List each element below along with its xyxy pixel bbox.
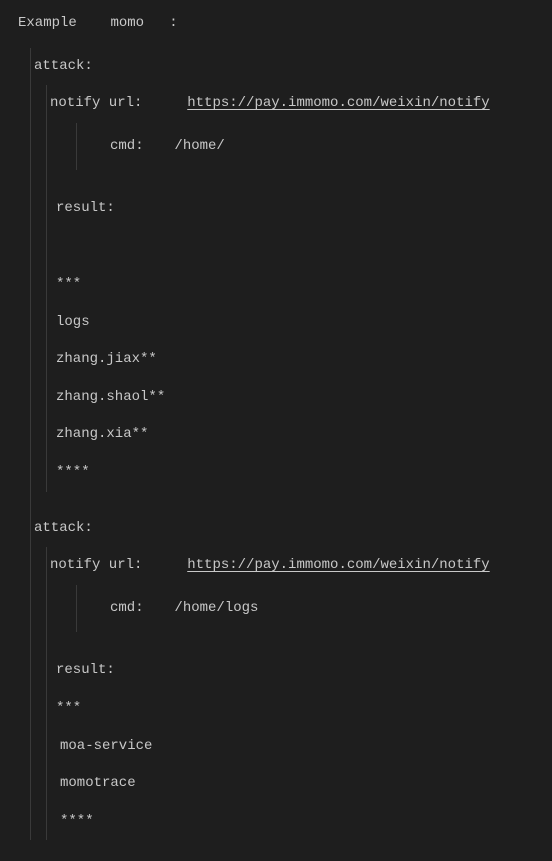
- cmd-value: /home/logs: [174, 600, 258, 616]
- result-line: ****: [0, 803, 552, 841]
- result-label: result:: [56, 200, 115, 216]
- result-text: momotrace: [60, 775, 136, 791]
- notify-label: notify url:: [50, 557, 142, 573]
- result-text: ****: [56, 464, 90, 480]
- result-text: moa-service: [60, 738, 152, 754]
- notify-label: notify url:: [50, 95, 142, 111]
- cmd-value: /home/: [174, 138, 224, 154]
- attack-label-text: attack:: [34, 58, 93, 74]
- result-line: momotrace: [0, 765, 552, 803]
- title-suffix: :: [169, 15, 177, 31]
- result-line: zhang.xia**: [0, 416, 552, 454]
- result-line: zhang.jiax**: [0, 341, 552, 379]
- attack-label: attack:: [0, 510, 552, 548]
- result-text: ***: [56, 276, 81, 292]
- cmd-label: cmd:: [110, 600, 144, 616]
- title-name: momo: [110, 15, 144, 31]
- notify-row: notify url: https://pay.immomo.com/weixi…: [0, 85, 552, 123]
- result-line: zhang.shaol**: [0, 379, 552, 417]
- result-text: ****: [60, 813, 94, 829]
- example-title: Example momo :: [0, 0, 552, 48]
- cmd-row: cmd: /home/: [0, 123, 552, 171]
- notify-url-link[interactable]: https://pay.immomo.com/weixin/notify: [187, 557, 489, 573]
- attack-block-1: attack: notify url: https://pay.immomo.c…: [0, 48, 552, 841]
- result-label-row: result:: [0, 652, 552, 690]
- result-text: zhang.xia**: [56, 426, 148, 442]
- result-label: result:: [56, 662, 115, 678]
- result-line: moa-service: [0, 728, 552, 766]
- result-text: logs: [56, 314, 90, 330]
- attack-label-text: attack:: [34, 520, 93, 536]
- notify-row: notify url: https://pay.immomo.com/weixi…: [0, 547, 552, 585]
- result-line: ***: [0, 690, 552, 728]
- notify-url-link[interactable]: https://pay.immomo.com/weixin/notify: [187, 95, 489, 111]
- title-prefix: Example: [18, 15, 77, 31]
- result-label-row: result:: [0, 190, 552, 228]
- cmd-label: cmd:: [110, 138, 144, 154]
- result-line: logs: [0, 304, 552, 342]
- result-text: zhang.shaol**: [56, 389, 165, 405]
- result-text: ***: [56, 700, 81, 716]
- result-line: ****: [0, 454, 552, 492]
- result-line: ***: [0, 266, 552, 304]
- result-text: zhang.jiax**: [56, 351, 157, 367]
- attack-label: attack:: [0, 48, 552, 86]
- cmd-row: cmd: /home/logs: [0, 585, 552, 633]
